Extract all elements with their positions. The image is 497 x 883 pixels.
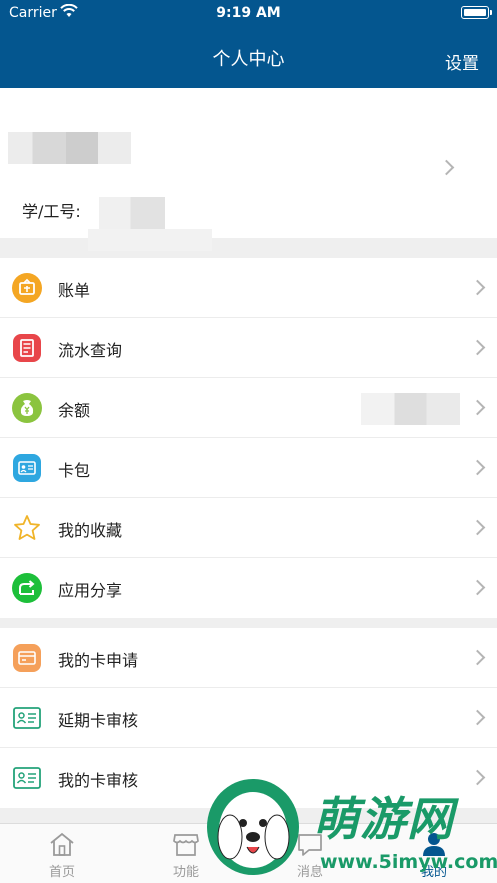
clock: 9:19 AM xyxy=(216,5,281,21)
tab-bar: 首页 功能 消息 我的 xyxy=(0,823,497,883)
tab-label: 首页 xyxy=(48,865,75,880)
menu-item-card-review[interactable]: 我的卡审核 xyxy=(0,748,497,808)
id-card-icon xyxy=(13,767,41,789)
settings-button[interactable]: 设置 xyxy=(445,49,479,74)
menu-item-card-wallet[interactable]: 卡包 xyxy=(0,438,497,498)
name-placeholder xyxy=(8,132,131,164)
card-apply-icon xyxy=(13,644,41,672)
tab-messages[interactable]: 消息 xyxy=(248,824,372,883)
tab-label: 功能 xyxy=(172,865,199,880)
page-title: 个人中心 xyxy=(212,49,285,70)
menu-item-bill[interactable]: 账单 xyxy=(0,258,497,318)
chevron-right-icon xyxy=(469,339,486,356)
nav-bar: 个人中心 设置 xyxy=(0,26,497,88)
menu-item-balance[interactable]: 余额 xyxy=(0,378,497,438)
chevron-right-icon xyxy=(469,279,486,296)
star-icon xyxy=(14,515,40,540)
balance-value-placeholder xyxy=(361,393,460,425)
menu-item-label: 我的卡审核 xyxy=(58,771,139,790)
home-icon xyxy=(50,832,74,856)
menu-item-card-apply[interactable]: 我的卡申请 xyxy=(0,628,497,688)
user-icon xyxy=(423,833,445,856)
menu-item-transactions[interactable]: 流水查询 xyxy=(0,318,497,378)
chevron-right-icon xyxy=(469,459,486,476)
screen: Carrier 9:19 AM 个人中心 设置 学/工号: 账单 流水查询 余额… xyxy=(0,0,497,883)
id-placeholder-bottom xyxy=(88,229,212,251)
id-card-icon xyxy=(13,707,41,729)
id-label: 学/工号: xyxy=(22,202,81,221)
id-placeholder xyxy=(99,197,165,229)
battery-icon xyxy=(461,6,492,19)
tab-label: 我的 xyxy=(420,865,447,880)
chevron-right-icon xyxy=(469,709,486,726)
card-section: 我的卡申请 延期卡审核 我的卡审核 xyxy=(0,628,497,808)
menu-item-label: 我的收藏 xyxy=(58,521,123,540)
menu-item-favorites[interactable]: 我的收藏 xyxy=(0,498,497,558)
share-icon xyxy=(12,573,42,603)
status-bar: Carrier 9:19 AM xyxy=(0,0,497,26)
menu-item-share[interactable]: 应用分享 xyxy=(0,558,497,618)
balance-icon xyxy=(12,393,42,423)
menu-item-label: 我的卡申请 xyxy=(58,651,139,670)
menu-item-label: 余额 xyxy=(58,401,91,420)
chevron-right-icon xyxy=(469,399,486,416)
chevron-right-icon xyxy=(469,649,486,666)
tab-home[interactable]: 首页 xyxy=(0,824,124,883)
menu-section: 账单 流水查询 余额 卡包 我的收藏 应用分享 xyxy=(0,258,497,618)
chevron-right-icon xyxy=(469,579,486,596)
tab-functions[interactable]: 功能 xyxy=(124,824,248,883)
chevron-right-icon xyxy=(469,519,486,536)
transactions-icon xyxy=(13,334,41,362)
message-icon xyxy=(298,834,322,856)
card-wallet-icon xyxy=(13,454,41,482)
menu-item-extension-review[interactable]: 延期卡审核 xyxy=(0,688,497,748)
menu-item-label: 延期卡审核 xyxy=(58,711,139,730)
profile-card[interactable]: 学/工号: xyxy=(0,88,497,251)
menu-item-label: 账单 xyxy=(58,281,91,300)
menu-item-label: 卡包 xyxy=(58,461,91,480)
menu-item-label: 应用分享 xyxy=(58,581,123,600)
tab-label: 消息 xyxy=(296,865,323,880)
chevron-right-icon xyxy=(469,769,486,786)
chevron-right-icon xyxy=(438,159,455,176)
tab-mine[interactable]: 我的 xyxy=(372,824,496,883)
menu-item-label: 流水查询 xyxy=(58,341,123,360)
bill-icon xyxy=(12,273,42,303)
store-icon xyxy=(173,834,199,856)
